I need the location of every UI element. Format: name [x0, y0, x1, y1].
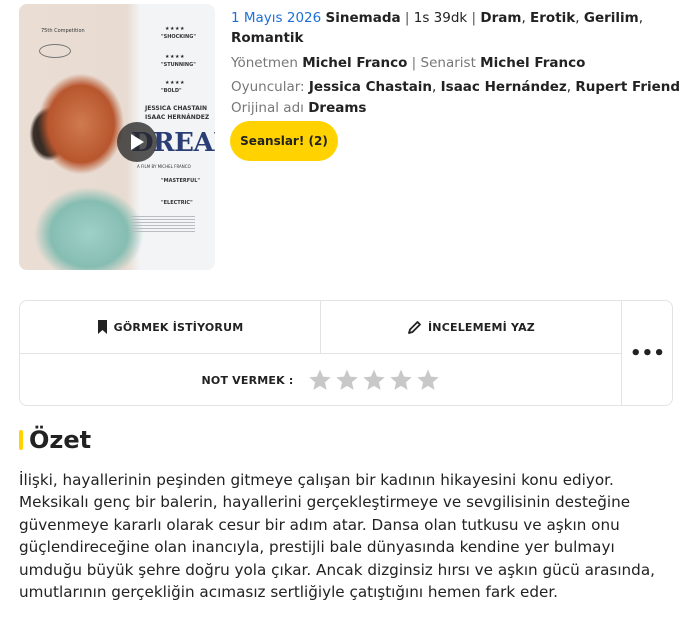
summary-title: Özet	[29, 426, 92, 454]
movie-info: 1 Mayıs 2026 Sinemada | 1s 39dk | Dram, …	[231, 8, 681, 118]
original-title-label: Orijinal adı	[231, 100, 304, 116]
genre-line-2: Romantik	[231, 28, 671, 48]
rate-label: NOT VERMEK :	[201, 373, 294, 387]
cast-line: Oyuncular: Jessica Chastain, Isaac Herná…	[231, 79, 681, 95]
original-title: Dreams	[308, 100, 367, 116]
genre-link[interactable]: Gerilim	[584, 10, 639, 26]
rating-row: NOT VERMEK :	[20, 354, 622, 406]
director-label: Yönetmen	[231, 55, 298, 71]
writer-label: Senarist	[420, 55, 476, 71]
writer-link[interactable]: Michel Franco	[480, 55, 585, 71]
more-options-button[interactable]: •••	[622, 301, 673, 406]
watchlist-label: GÖRMEK İSTİYORUM	[113, 320, 244, 334]
poster-cast-line: ISAAC HERNÁNDEZ	[145, 114, 210, 121]
pencil-icon	[408, 320, 421, 334]
director-line: Yönetmen Michel Franco | Senarist Michel…	[231, 55, 586, 71]
movie-poster[interactable]: 75th Competition ★★★★ "SHOCKING" ★★★★ "S…	[19, 4, 215, 270]
poster-quote: "MASTERFUL"	[161, 178, 200, 184]
play-icon	[131, 134, 144, 150]
star-icon[interactable]	[362, 368, 386, 392]
poster-quote: "SHOCKING"	[161, 34, 196, 40]
cast-link[interactable]: Isaac Hernández	[441, 79, 567, 95]
genre-link[interactable]: Dram	[480, 10, 521, 26]
poster-review-stars: ★★★★	[165, 26, 185, 32]
poster-review-stars: ★★★★	[165, 54, 185, 60]
cast-link[interactable]: Rupert Friend	[575, 79, 680, 95]
star-icon[interactable]	[389, 368, 413, 392]
poster-cast: JESSICA CHASTAIN ISAAC HERNÁNDEZ	[145, 104, 209, 122]
poster-quote: "STUNNING"	[161, 62, 196, 68]
summary-text: İlişki, hayallerinin peşinden gitmeye ça…	[19, 471, 655, 602]
showtimes-button[interactable]: Seanslar! (2)	[230, 121, 338, 161]
genre-link[interactable]: Erotik	[530, 10, 575, 26]
festival-laurel	[39, 44, 71, 58]
genre-link[interactable]: Romantik	[231, 30, 304, 46]
rating-stars	[308, 368, 440, 392]
poster-byline: A FILM BY MICHEL FRANCO	[137, 164, 191, 169]
play-trailer-button[interactable]	[117, 122, 157, 162]
release-line: 1 Mayıs 2026 Sinemada | 1s 39dk | Dram, …	[231, 10, 643, 26]
star-icon[interactable]	[308, 368, 332, 392]
watchlist-button[interactable]: GÖRMEK İSTİYORUM	[20, 301, 321, 354]
release-date: 1 Mayıs 2026	[231, 10, 322, 26]
original-title-line: Orijinal adı Dreams	[231, 98, 671, 118]
accent-bar	[19, 430, 23, 450]
poster-festival-label: 75th Competition	[41, 28, 85, 34]
star-icon[interactable]	[416, 368, 440, 392]
star-icon[interactable]	[335, 368, 359, 392]
summary-header: Özet	[19, 426, 91, 454]
cast-label: Oyuncular:	[231, 79, 305, 95]
poster-credits	[131, 216, 195, 234]
write-review-button[interactable]: İNCELEMEMİ YAZ	[321, 301, 622, 354]
poster-cast-line: JESSICA CHASTAIN	[145, 105, 207, 112]
more-icon: •••	[629, 343, 666, 364]
release-status: Sinemada	[325, 10, 401, 26]
poster-review-stars: ★★★★	[165, 80, 185, 86]
bookmark-icon	[97, 320, 107, 334]
write-review-label: İNCELEMEMİ YAZ	[428, 320, 535, 334]
duration: 1s 39dk	[413, 10, 468, 26]
poster-quote: "BOLD"	[161, 88, 182, 94]
user-actions-panel: GÖRMEK İSTİYORUM İNCELEMEMİ YAZ NOT VERM…	[19, 300, 673, 406]
poster-quote: "ELECTRIC"	[161, 200, 193, 206]
cast-link[interactable]: Jessica Chastain	[309, 79, 432, 95]
director-link[interactable]: Michel Franco	[302, 55, 407, 71]
